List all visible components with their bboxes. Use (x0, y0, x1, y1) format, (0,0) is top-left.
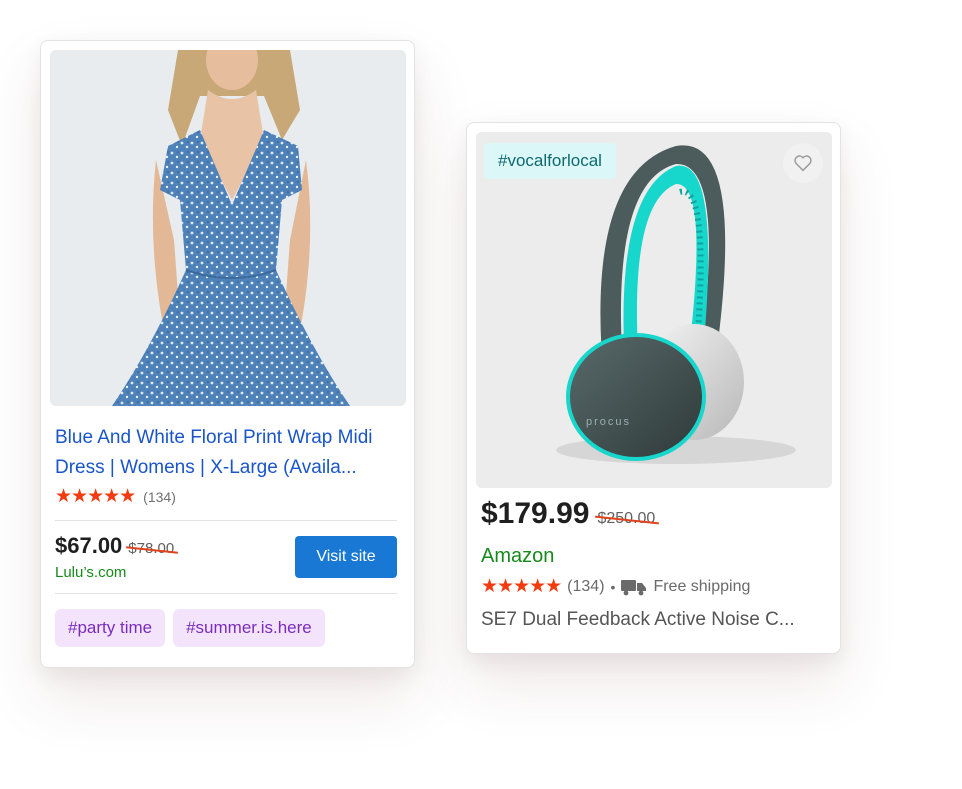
product-card-dress[interactable]: Blue And White Floral Print Wrap Midi Dr… (40, 40, 415, 668)
product-card-headphones[interactable]: procus #vocalforlocal $179.99 $250.00 Am… (466, 122, 841, 654)
shipping-info: Free shipping (653, 577, 751, 595)
dress-illustration (50, 50, 406, 406)
tag-list: #party time #summer.is.here (55, 609, 333, 647)
price-row: $67.00 $78.00 (55, 533, 174, 559)
tag-chip[interactable]: #summer.is.here (173, 609, 325, 647)
star-rating: ★★★★★ (481, 576, 562, 597)
current-price: $67.00 (55, 533, 123, 558)
product-image-dress[interactable] (50, 50, 406, 406)
tag-chip[interactable]: #party time (55, 609, 166, 647)
hashtag-badge[interactable]: #vocalforlocal (484, 143, 616, 179)
visit-site-button[interactable]: Visit site (295, 536, 397, 578)
product-title-link[interactable]: Blue And White Floral Print Wrap Midi Dr… (55, 423, 395, 483)
headphones-illustration: procus (476, 132, 832, 488)
review-count: (134) (143, 488, 176, 505)
rating-row: ★★★★★ (134) • Free shipping (481, 575, 750, 598)
brand-logo: procus (586, 416, 631, 428)
truck-icon (621, 579, 647, 595)
separator-dot: • (610, 578, 616, 595)
current-price: $179.99 (481, 497, 590, 530)
heart-icon (794, 155, 812, 172)
product-title[interactable]: SE7 Dual Feedback Active Noise C... (481, 609, 795, 631)
merchant-name[interactable]: Lulu’s.com (55, 564, 126, 581)
merchant-name[interactable]: Amazon (481, 545, 554, 568)
product-image-headphones[interactable]: procus #vocalforlocal (476, 132, 832, 488)
favorite-button[interactable] (783, 143, 823, 183)
original-price: $78.00 (128, 540, 175, 557)
divider (55, 520, 397, 521)
divider (55, 593, 397, 594)
original-price: $250.00 (597, 510, 656, 527)
price-row: $179.99 $250.00 (481, 497, 655, 531)
star-rating: ★★★★★ (55, 486, 136, 507)
review-count: (134) (567, 577, 605, 595)
rating-row: ★★★★★ (134) (55, 485, 176, 508)
